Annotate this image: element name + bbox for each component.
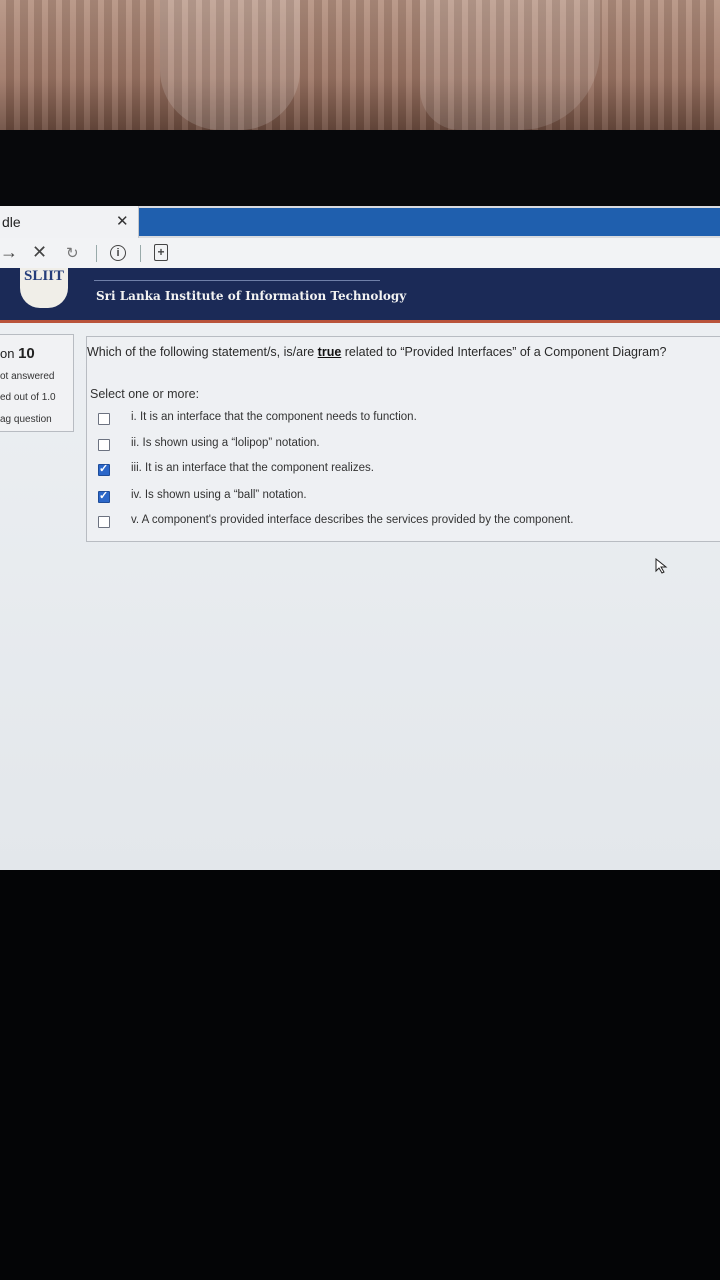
- stop-icon[interactable]: ✕: [32, 242, 47, 263]
- divider: [140, 245, 141, 262]
- institution-name: Sri Lanka Institute of Information Techn…: [96, 289, 407, 303]
- question-text-emphasis: true: [317, 345, 342, 359]
- question-text-before: Which of the following statement/s, is/a…: [87, 345, 318, 359]
- site-banner: SLIIT Sri Lanka Institute of Information…: [0, 268, 720, 323]
- question-content: Which of the following statement/s, is/a…: [86, 336, 720, 542]
- option-checkbox[interactable]: [98, 413, 110, 425]
- option-checkbox[interactable]: [98, 439, 110, 451]
- monitor-bezel-bottom: [0, 870, 720, 1280]
- browser-screen: dle ✕ → ✕ ↻ i + SLIIT Sri Lanka Institut…: [0, 206, 720, 870]
- question-number: 10: [18, 345, 35, 362]
- option-label: i. It is an interface that the component…: [131, 411, 417, 423]
- option-checkbox[interactable]: [98, 516, 110, 528]
- monitor-bezel-top: [0, 130, 720, 210]
- info-icon[interactable]: i: [110, 245, 126, 261]
- mouse-pointer-icon: [655, 558, 668, 574]
- banner-rule: [94, 280, 380, 281]
- question-number-label: on 10: [0, 345, 35, 362]
- forward-icon[interactable]: →: [0, 242, 18, 263]
- question-marks: ed out of 1.0: [0, 392, 56, 403]
- option-label: iv. Is shown using a “ball” notation.: [131, 489, 307, 501]
- divider: [96, 245, 97, 262]
- background-curtain: [0, 0, 720, 130]
- curtain-fold: [160, 0, 300, 130]
- option-label: ii. Is shown using a “lolipop” notation.: [131, 437, 320, 449]
- sliit-logo[interactable]: SLIIT: [20, 268, 68, 308]
- curtain-fold: [420, 0, 600, 130]
- question-status: ot answered: [0, 371, 55, 382]
- question-text: Which of the following statement/s, is/a…: [87, 345, 720, 359]
- select-label: Select one or more:: [90, 387, 200, 401]
- navigation-bar: → ✕ ↻ i +: [0, 238, 720, 269]
- question-info-panel: on 10 ot answered ed out of 1.0 ag quest…: [0, 334, 74, 432]
- browser-tab[interactable]: dle ✕: [0, 206, 139, 238]
- flag-question-link[interactable]: ag question: [0, 414, 52, 425]
- option-label: iii. It is an interface that the compone…: [131, 462, 374, 474]
- logo-text: SLIIT: [23, 268, 65, 284]
- tab-bar: dle ✕: [0, 206, 720, 238]
- question-label-prefix: on: [0, 346, 15, 361]
- option-checkbox[interactable]: [98, 489, 110, 503]
- page-icon[interactable]: +: [154, 244, 168, 261]
- option-label: v. A component's provided interface desc…: [131, 514, 574, 526]
- active-tab-strip: [139, 208, 720, 236]
- tab-title: dle: [2, 214, 21, 230]
- question-text-after: related to “Provided Interfaces” of a Co…: [341, 345, 667, 359]
- reload-icon[interactable]: ↻: [66, 244, 79, 262]
- option-checkbox[interactable]: [98, 462, 110, 476]
- close-tab-icon[interactable]: ✕: [116, 212, 129, 230]
